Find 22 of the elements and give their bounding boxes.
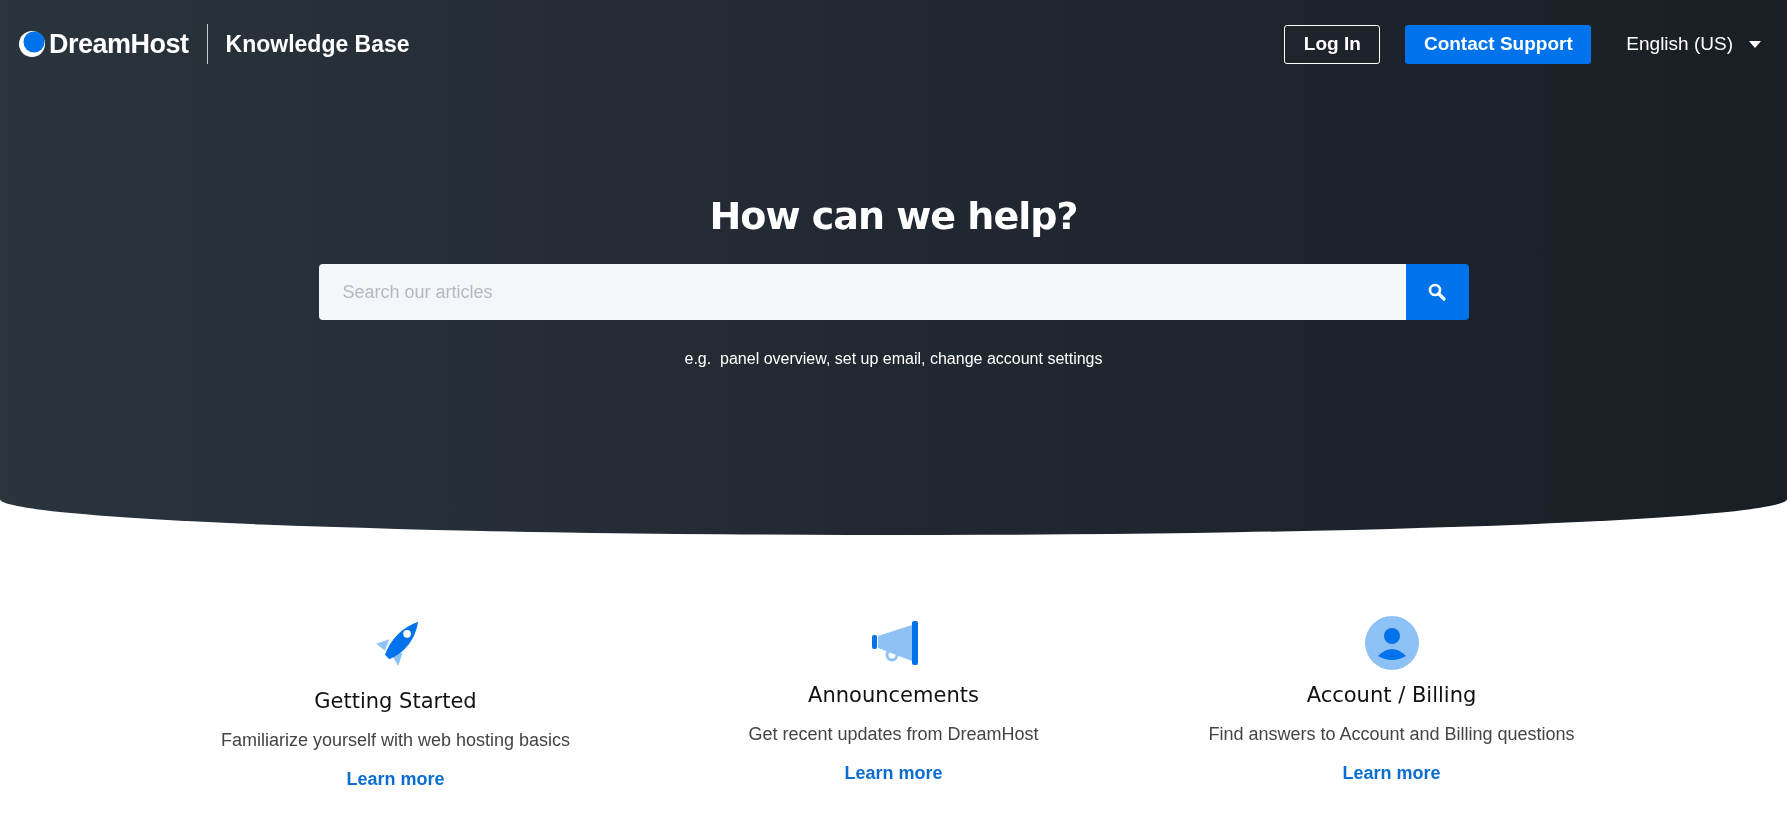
login-button[interactable]: Log In [1284, 24, 1381, 64]
contact-support-button[interactable]: Contact Support [1405, 24, 1592, 64]
moon-logo-icon[interactable] [18, 30, 46, 58]
category-description: Familiarize yourself with web hosting basics [220, 730, 571, 751]
search-field[interactable]: Search our articles [318, 264, 1406, 320]
learn-more-link[interactable]: Learn more [346, 769, 445, 790]
search-hint: e.g. panel overview, set up email, change account settings [684, 350, 1103, 368]
learn-more-link[interactable]: Learn more [1342, 763, 1441, 784]
learn-more-link[interactable]: Learn more [844, 763, 943, 784]
language-selector[interactable]: English (US) [1626, 33, 1733, 55]
brand-name[interactable]: DreamHost [49, 28, 189, 60]
category-title: Getting Started [314, 689, 477, 713]
category-description: Find answers to Account and Billing questions [1208, 724, 1575, 745]
search-button[interactable] [1405, 264, 1469, 320]
hero-title: How can we help? [709, 194, 1078, 238]
category-description: Get recent updates from DreamHost [748, 724, 1039, 745]
user-icon [1363, 615, 1420, 671]
category-title: Announcements [808, 683, 979, 707]
section-title[interactable]: Knowledge Base [225, 30, 410, 58]
caret-icon[interactable] [1749, 40, 1761, 48]
search-icon[interactable] [1427, 282, 1447, 302]
category-title: Account / Billing [1306, 683, 1477, 707]
